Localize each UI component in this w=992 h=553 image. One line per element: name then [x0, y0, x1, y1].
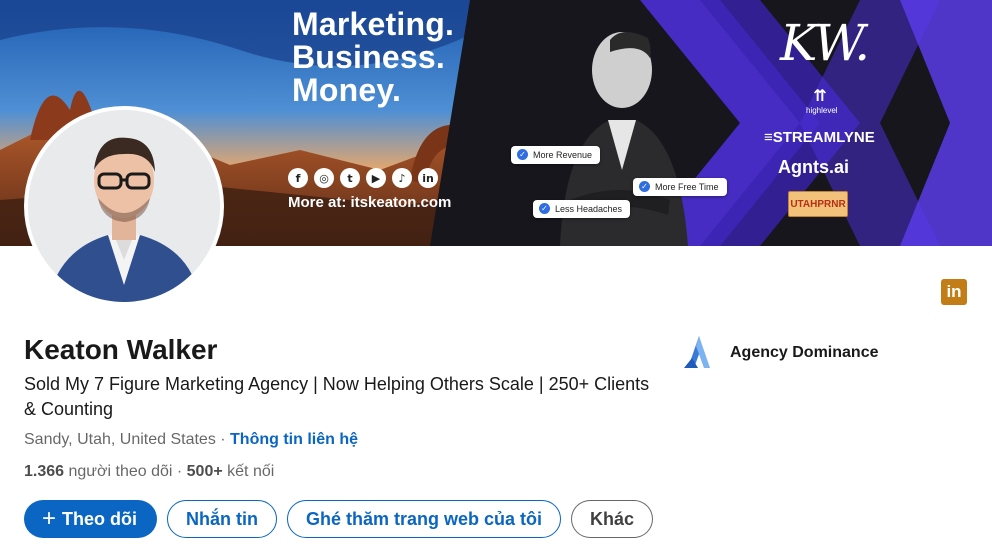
follow-button[interactable]: + Theo dõi [24, 500, 158, 538]
banner-kw-logo: KW. [780, 14, 870, 72]
connections-label: kết nối [222, 463, 275, 480]
agency-dominance-logo-icon [684, 336, 710, 368]
banner-social-icons: f ◎ t ▶ ♪ in [288, 168, 438, 188]
twitter-icon: t [340, 168, 360, 188]
more-button[interactable]: Khác [571, 500, 654, 538]
profile-headline: Sold My 7 Figure Marketing Agency | Now … [24, 374, 650, 419]
utahprnr-logo: UTAHPRNR [788, 191, 848, 217]
location-separator: · [215, 431, 231, 448]
banner-pill-more-revenue: More Revenue [511, 146, 601, 164]
highlevel-label: highlevel [806, 106, 838, 115]
linkedin-badge-icon[interactable]: in [941, 279, 967, 305]
highlevel-logo: ⇈ highlevel [806, 88, 838, 115]
company-name: Agency Dominance [730, 344, 879, 361]
youtube-icon: ▶ [366, 168, 386, 188]
instagram-icon: ◎ [314, 168, 334, 188]
linkedin-icon: in [418, 168, 438, 188]
highlevel-mark-icon: ⇈ [813, 88, 827, 105]
visit-website-button[interactable]: Ghé thăm trang web của tôi [287, 500, 562, 538]
headline-line-1: Marketing. [292, 6, 455, 42]
contact-info-link[interactable]: Thông tin liên hệ [230, 431, 358, 448]
streamlyne-logo: ≡STREAMLYNE [764, 129, 875, 146]
profile-avatar[interactable] [24, 106, 224, 306]
banner-pill-more-free-time: More Free Time [633, 178, 727, 196]
banner-pill-less-headaches: Less Headaches [533, 200, 631, 218]
profile-name: Keaton Walker [24, 334, 218, 365]
facebook-icon: f [288, 168, 308, 188]
banner-website-text: More at: itskeaton.com [288, 194, 452, 211]
banner-headline: Marketing. Business. Money. [292, 8, 454, 107]
follow-button-label: Theo dõi [62, 508, 138, 529]
location-text: Sandy, Utah, United States [24, 431, 216, 448]
agnts-logo: Agnts.ai [778, 157, 850, 177]
tiktok-icon: ♪ [392, 168, 412, 188]
location-row: Sandy, Utah, United States · Thông tin l… [24, 431, 358, 449]
plus-icon: + [42, 505, 57, 532]
network-stats: 1.366 người theo dõi · 500+ kết nối [24, 463, 274, 481]
headline-line-2: Business. [292, 39, 445, 75]
followers-link[interactable]: 1.366 người theo dõi [24, 463, 172, 480]
current-company[interactable]: Agency Dominance [680, 334, 878, 372]
headline-line-3: Money. [292, 72, 402, 108]
followers-count: 1.366 [24, 463, 65, 480]
profile-actions: + Theo dõi Nhắn tin Ghé thăm trang web c… [24, 500, 654, 538]
connections-link[interactable]: 500+ kết nối [187, 463, 275, 480]
stats-separator: · [172, 463, 187, 480]
connections-count: 500+ [186, 463, 223, 480]
message-button[interactable]: Nhắn tin [167, 500, 278, 538]
avatar-photo [28, 110, 220, 302]
followers-label: người theo dõi [64, 463, 173, 480]
